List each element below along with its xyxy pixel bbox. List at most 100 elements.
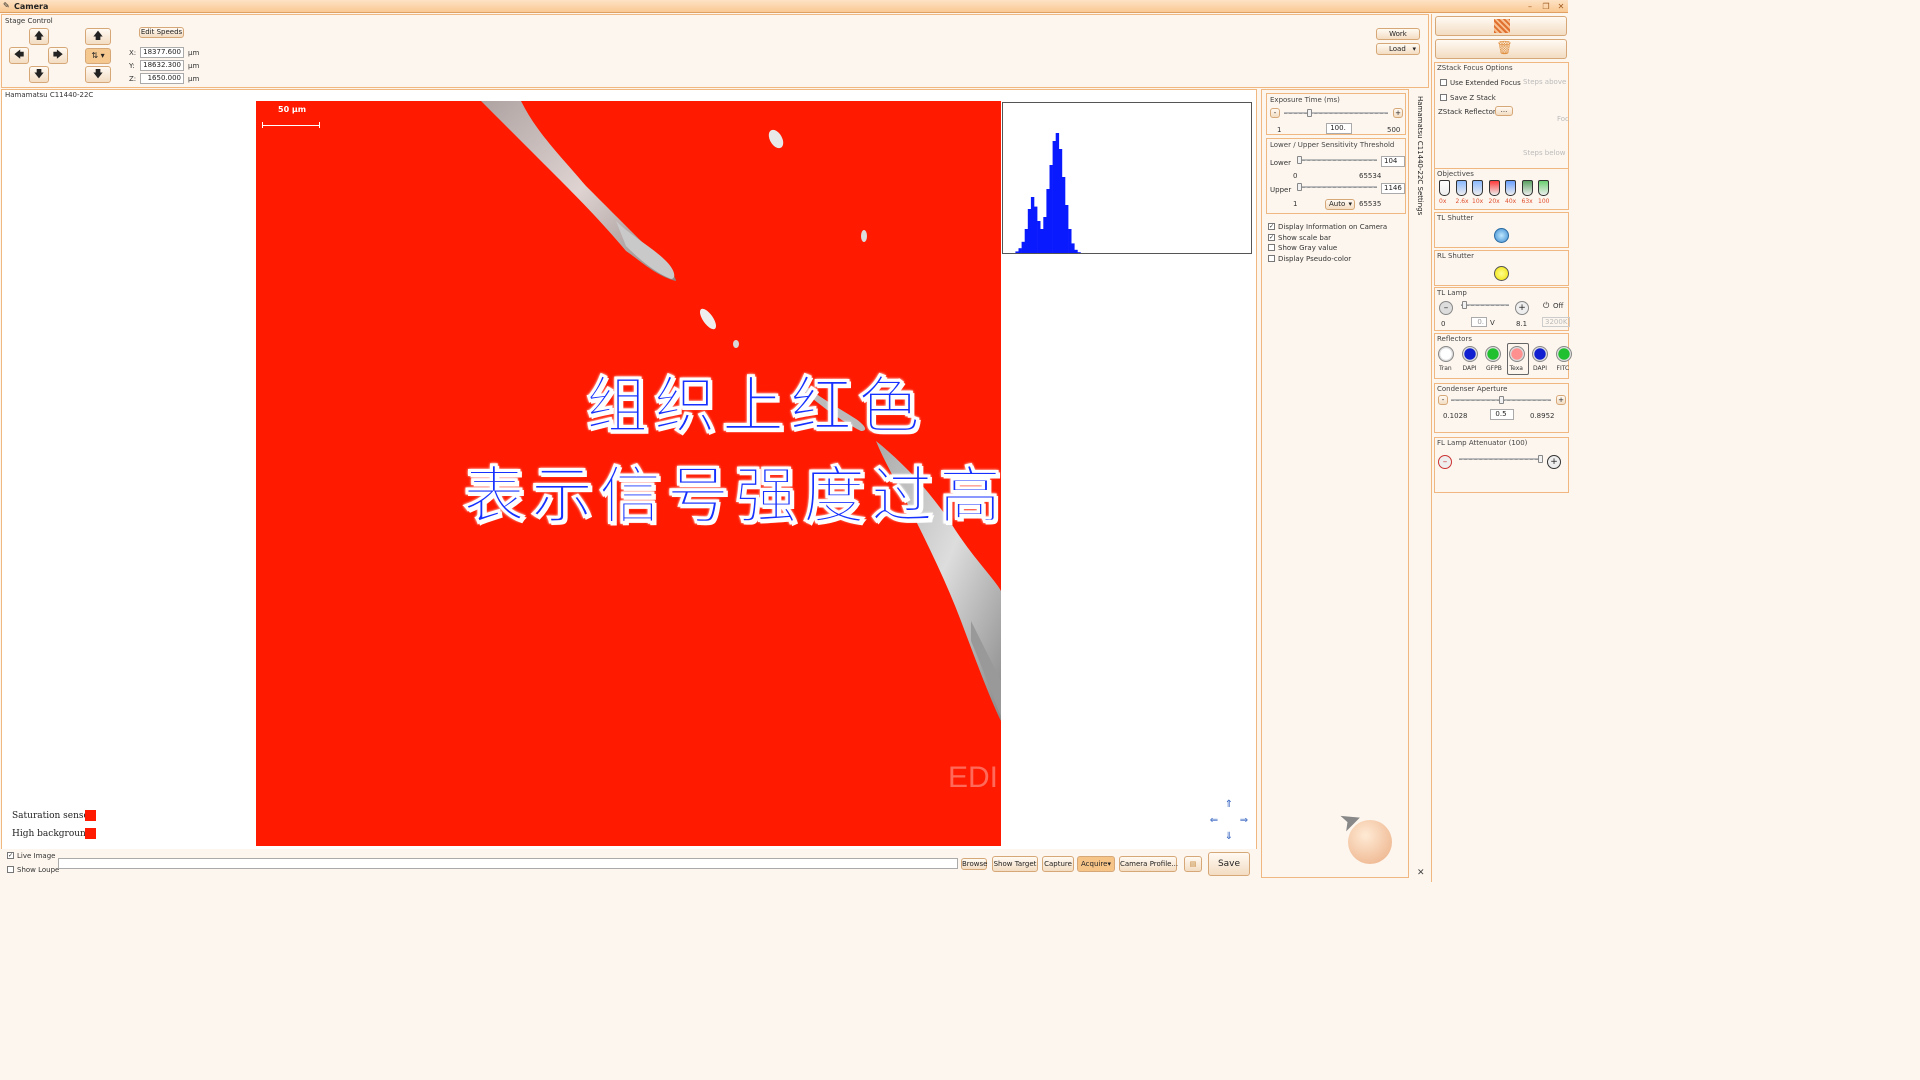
capture-button[interactable]: Capture bbox=[1042, 856, 1074, 872]
nav-left-icon[interactable]: ⇐ bbox=[1206, 815, 1222, 829]
upper-slider-thumb[interactable] bbox=[1297, 183, 1302, 191]
y-unit: µm bbox=[188, 62, 200, 70]
fl-dim-icon[interactable]: – bbox=[1438, 455, 1452, 469]
show-loupe-checkbox[interactable] bbox=[7, 866, 14, 873]
pseudo-color-checkbox[interactable] bbox=[1268, 255, 1275, 262]
gray-value-checkbox[interactable] bbox=[1268, 244, 1275, 251]
show-target-button[interactable]: Show Target bbox=[992, 856, 1038, 872]
nav-right-icon[interactable]: ⇒ bbox=[1236, 815, 1252, 829]
restore-icon[interactable]: ❐ bbox=[1540, 2, 1552, 11]
histogram-bar bbox=[1055, 133, 1060, 253]
z-up-button[interactable]: 🡅 bbox=[85, 28, 111, 45]
condenser-slider-thumb[interactable] bbox=[1499, 396, 1504, 404]
save-zstack-checkbox[interactable] bbox=[1440, 94, 1447, 101]
stage-down-button[interactable]: 🡇 bbox=[29, 66, 49, 83]
close-icon[interactable]: ✕ bbox=[1555, 2, 1567, 11]
upper-mode-select[interactable]: Auto ▾ bbox=[1325, 199, 1355, 210]
objective-0-icon[interactable] bbox=[1439, 180, 1450, 196]
rl-shutter-group: RL Shutter bbox=[1434, 250, 1569, 286]
save-path-field[interactable] bbox=[58, 858, 958, 869]
objective-4-icon[interactable] bbox=[1505, 180, 1516, 196]
z-step-select[interactable]: ⇅ ▾ bbox=[85, 48, 111, 64]
tl-value-field[interactable]: 0. bbox=[1471, 317, 1487, 327]
exposure-slider-thumb[interactable] bbox=[1307, 109, 1312, 117]
upper-field[interactable]: 1146 bbox=[1381, 183, 1405, 194]
load-select[interactable]: Load ▾ bbox=[1376, 43, 1420, 55]
tl-temp-field[interactable]: 3200K bbox=[1542, 317, 1571, 327]
objective-2-icon[interactable] bbox=[1472, 180, 1483, 196]
display-info-checkbox[interactable]: ✓ bbox=[1268, 223, 1275, 230]
stage-right-button[interactable]: 🡆 bbox=[48, 47, 68, 64]
condenser-plus-button[interactable]: + bbox=[1556, 395, 1566, 405]
exposure-minus-button[interactable]: - bbox=[1270, 108, 1280, 118]
upper-slider-track[interactable] bbox=[1297, 186, 1377, 188]
reflector-3-icon[interactable] bbox=[1508, 346, 1525, 362]
zstack-reflectors-label: ZStack Reflectors bbox=[1438, 108, 1500, 116]
z-down-button[interactable]: 🡇 bbox=[85, 66, 111, 83]
histogram-bar bbox=[1052, 141, 1056, 253]
tl-lamp-slider-track[interactable] bbox=[1461, 304, 1509, 306]
condenser-field[interactable]: 0.5 bbox=[1490, 409, 1514, 420]
camera-profile-button[interactable]: Camera Profile... bbox=[1119, 856, 1178, 872]
tl-shutter-icon[interactable] bbox=[1494, 228, 1509, 243]
zstack-reflectors-button[interactable]: ... bbox=[1495, 106, 1513, 116]
reflector-4-icon[interactable] bbox=[1532, 346, 1548, 362]
exposure-plus-button[interactable]: + bbox=[1393, 108, 1403, 118]
lamp-switch-icon[interactable]: ⏻ bbox=[1543, 301, 1549, 311]
minimize-icon[interactable]: – bbox=[1524, 2, 1536, 11]
trash-button[interactable]: 🗑 bbox=[1435, 39, 1567, 59]
histogram-bar bbox=[1061, 177, 1066, 253]
objective-6-icon[interactable] bbox=[1538, 180, 1549, 196]
stage-control-panel: Stage Control 🡅 🡄 🡆 🡇 🡅 ⇅ ▾ 🡇 Edit Speed… bbox=[1, 14, 1429, 88]
condenser-minus-button[interactable]: - bbox=[1438, 395, 1448, 405]
nav-down-icon[interactable]: ⇓ bbox=[1221, 831, 1237, 845]
nav-up-icon[interactable]: ⇑ bbox=[1221, 799, 1237, 813]
fl-bright-icon[interactable]: + bbox=[1547, 455, 1561, 469]
fl-slider-track[interactable] bbox=[1459, 458, 1543, 460]
reflector-2-icon[interactable] bbox=[1485, 346, 1501, 362]
x-field[interactable]: 18377.600 bbox=[140, 47, 184, 58]
objective-label: 20x bbox=[1488, 198, 1500, 205]
report-icon[interactable]: ▤ bbox=[1184, 856, 1202, 872]
browse-button[interactable]: Browse bbox=[961, 858, 988, 870]
stage-left-button[interactable]: 🡄 bbox=[9, 47, 29, 64]
scale-bar-tick-left bbox=[262, 122, 263, 128]
fl-slider-thumb[interactable] bbox=[1538, 455, 1543, 463]
z-field[interactable]: 1650.000 bbox=[140, 73, 184, 84]
edit-speeds-button[interactable]: Edit Speeds bbox=[139, 27, 184, 38]
lower-field[interactable]: 104 bbox=[1381, 156, 1405, 167]
settings-vertical-tab[interactable]: Hamamatsu C11440-22C Settings bbox=[1411, 94, 1429, 215]
live-image-checkbox[interactable]: ✓ bbox=[7, 852, 14, 859]
rl-shutter-icon[interactable] bbox=[1494, 266, 1509, 281]
lower-slider-thumb[interactable] bbox=[1297, 156, 1302, 164]
scale-bar-checkbox[interactable]: ✓ bbox=[1268, 234, 1275, 241]
lower-slider-track[interactable] bbox=[1297, 159, 1377, 161]
exposure-field[interactable]: 100. bbox=[1326, 123, 1352, 134]
y-field[interactable]: 18632.300 bbox=[140, 60, 184, 71]
reflector-5-icon[interactable] bbox=[1555, 346, 1572, 362]
objective-5-icon[interactable] bbox=[1521, 180, 1533, 196]
reflector-label: DAPI bbox=[1533, 365, 1548, 372]
top-tool-button[interactable] bbox=[1435, 16, 1567, 36]
objective-3-icon[interactable] bbox=[1488, 180, 1500, 196]
acquire-select[interactable]: Acquire ▾ bbox=[1077, 856, 1115, 872]
save-button[interactable]: Save bbox=[1208, 852, 1250, 876]
exposure-slider-track[interactable] bbox=[1284, 112, 1388, 114]
window-title: Camera bbox=[14, 2, 49, 11]
steps-above-label: Steps above bbox=[1523, 78, 1567, 86]
reflector-0-icon[interactable] bbox=[1438, 346, 1454, 362]
stage-up-button[interactable]: 🡅 bbox=[29, 28, 49, 45]
objectives-group: Objectives 0x 2.6x 10x 20x 40x 63x 100 bbox=[1434, 168, 1569, 210]
extended-focus-checkbox[interactable] bbox=[1440, 79, 1447, 86]
tl-lamp-slider-thumb[interactable] bbox=[1462, 301, 1467, 309]
reflector-1-icon[interactable] bbox=[1461, 346, 1478, 362]
work-button[interactable]: Work bbox=[1376, 28, 1420, 40]
chevron-down-icon: ▾ bbox=[1412, 45, 1416, 53]
objective-1-icon[interactable] bbox=[1455, 180, 1467, 196]
panel-close-icon[interactable]: ✕ bbox=[1417, 868, 1425, 878]
lamp-bright-icon[interactable]: + bbox=[1515, 301, 1529, 315]
reflector-label: Texa bbox=[1509, 365, 1523, 372]
lamp-dim-icon[interactable]: – bbox=[1439, 301, 1453, 315]
saturation-color-swatch bbox=[85, 810, 96, 821]
tl-min: 0 bbox=[1441, 320, 1446, 328]
